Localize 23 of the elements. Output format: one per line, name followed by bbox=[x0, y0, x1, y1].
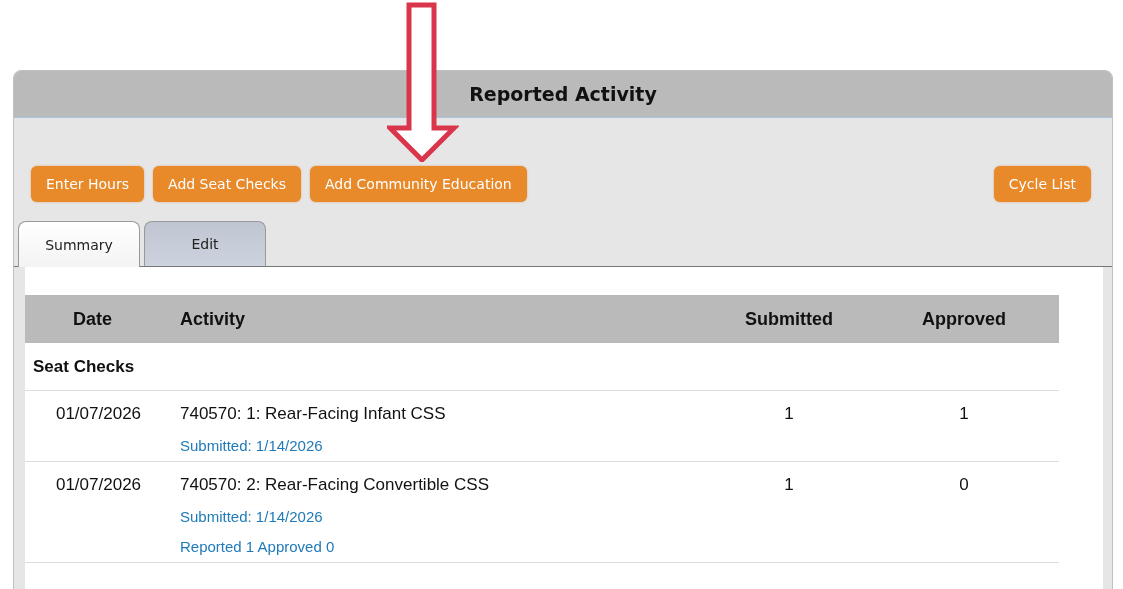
column-header: Activity bbox=[179, 308, 247, 330]
activity-note: Submitted: 1/14/2026 bbox=[180, 508, 323, 526]
action-button[interactable]: Add Community Education bbox=[310, 166, 527, 202]
group-heading: Seat Checks bbox=[33, 356, 135, 377]
table-cell: 1 bbox=[959, 403, 969, 425]
activity-note: Submitted: 1/14/2026 bbox=[180, 437, 323, 455]
column-header: Submitted bbox=[744, 308, 834, 330]
column-header: Approved bbox=[921, 308, 1007, 330]
table-cell: 01/07/2026 bbox=[55, 403, 142, 425]
table-cell: 740570: 2: Rear-Facing Convertible CSS bbox=[180, 474, 489, 496]
activity-note: Reported 1 Approved 0 bbox=[180, 538, 335, 556]
tab[interactable]: Summary bbox=[18, 221, 140, 267]
action-button[interactable]: Enter Hours bbox=[31, 166, 145, 202]
tab[interactable]: Edit bbox=[144, 221, 266, 266]
column-header: Date bbox=[72, 308, 113, 330]
table-cell: 1 bbox=[784, 403, 794, 425]
action-button[interactable]: Cycle List bbox=[993, 166, 1091, 202]
table-cell: 0 bbox=[959, 474, 969, 496]
table-cell: 01/07/2026 bbox=[55, 474, 142, 496]
panel-title: Reported Activity bbox=[469, 83, 657, 105]
table-cell: 740570: 1: Rear-Facing Infant CSS bbox=[180, 403, 446, 425]
table-cell: 1 bbox=[784, 474, 794, 496]
action-button[interactable]: Add Seat Checks bbox=[153, 166, 301, 202]
